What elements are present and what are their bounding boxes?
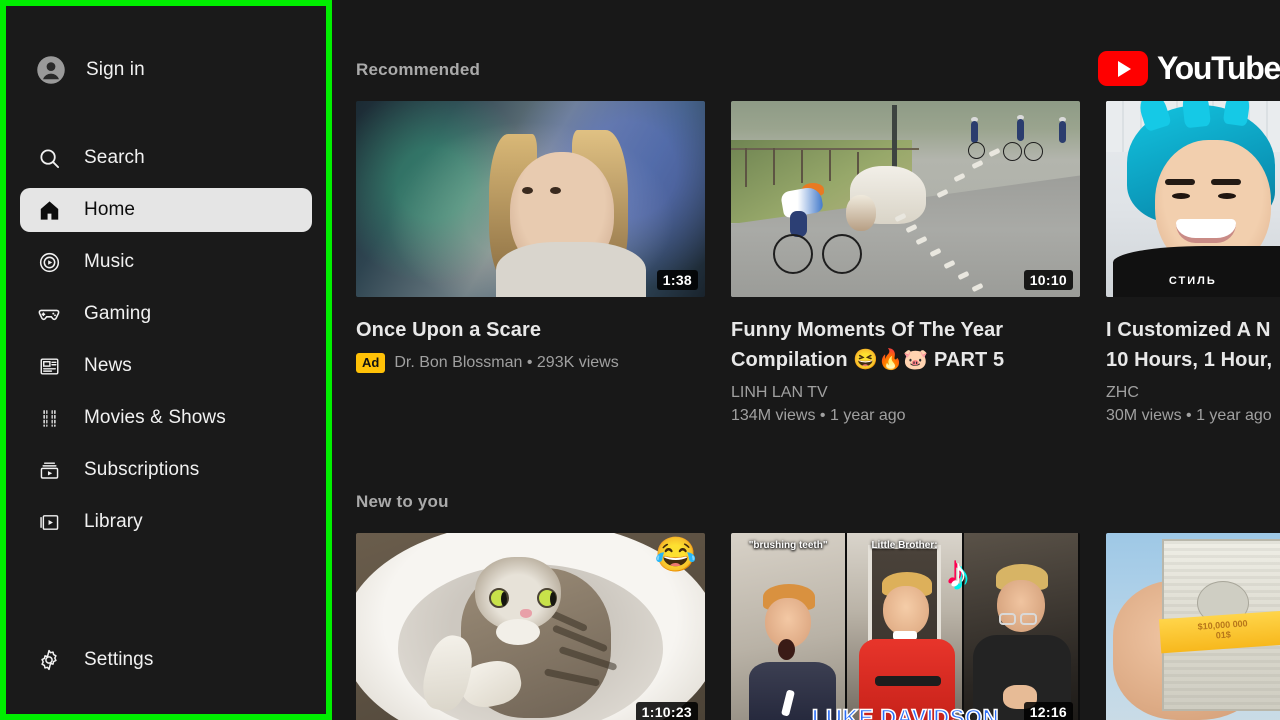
video-meta: Funny Moments Of The Year Compilation 😆🔥… — [731, 297, 1080, 425]
laughing-emoji-icon: 😂 — [654, 536, 697, 574]
video-meta: I Customized A N 10 Hours, 1 Hour, ZHC 3… — [1106, 297, 1280, 425]
sidebar-item-sign-in[interactable]: Sign in — [20, 46, 312, 94]
library-icon — [36, 509, 62, 535]
thumb-shirt — [1112, 246, 1280, 297]
shelf-title-recommended: Recommended — [356, 60, 481, 79]
main-content: YouTube Recommended 1:38 Once Upon a Sca… — [332, 0, 1280, 720]
video-duration: 12:16 — [1023, 702, 1073, 720]
video-title: Funny Moments Of The Year Compilation 😆🔥… — [731, 319, 1005, 371]
thumb-wheel — [772, 234, 813, 275]
video-thumbnail[interactable]: $10,000 000 01$ — [1106, 533, 1280, 720]
video-title: Once Upon a Scare — [356, 319, 542, 341]
thumb-eye-right — [549, 187, 561, 195]
video-channel: ZHC — [1106, 384, 1139, 401]
gear-icon — [36, 647, 62, 673]
sidebar-item-label: Subscriptions — [84, 459, 200, 480]
sidebar-item-home[interactable]: Home — [20, 188, 312, 232]
thumb-wheel — [821, 234, 862, 275]
sidebar-flex-spacer — [20, 544, 312, 638]
sidebar-item-label: Gaming — [84, 303, 152, 324]
video-card[interactable]: 10:10 Funny Moments Of The Year Compilat… — [731, 101, 1080, 425]
thumb-caption-middle: Little Brother: — [871, 540, 938, 551]
home-icon — [36, 197, 62, 223]
youtube-play-icon — [1097, 51, 1148, 86]
gaming-icon — [36, 301, 62, 327]
movies-icon — [36, 405, 62, 431]
sidebar-item-label: Home — [84, 199, 136, 220]
ad-badge: Ad — [356, 353, 386, 373]
thumb-money-band-text: $10,000 000 01$ — [1197, 618, 1248, 641]
video-card[interactable]: СТИЛЬ T I Customized A N 10 Hours, 1 Hou… — [1106, 101, 1280, 425]
video-card[interactable]: 1:38 Once Upon a Scare Ad Dr. Bon Blossm… — [356, 101, 705, 425]
video-channel: LINH LAN TV — [731, 384, 828, 401]
shelf-title-new-to-you: New to you — [356, 492, 449, 511]
video-duration: 1:10:23 — [635, 702, 698, 720]
sidebar-item-label: Movies & Shows — [84, 407, 226, 428]
sidebar-item-settings[interactable]: Settings — [20, 638, 312, 682]
video-stats: 30M views • 1 year ago — [1106, 407, 1272, 424]
thumb-panel-middle: Little Brother: — [847, 533, 964, 720]
shelf-row-recommended: 1:38 Once Upon a Scare Ad Dr. Bon Blossm… — [356, 101, 1280, 425]
video-card[interactable]: $10,000 000 01$ — [1106, 533, 1280, 720]
video-thumbnail[interactable]: 1:38 — [356, 101, 705, 297]
tiktok-logo-icon: ♪ — [947, 548, 969, 596]
sidebar-item-library[interactable]: Library — [20, 500, 312, 544]
video-meta: Once Upon a Scare Ad Dr. Bon Blossman • … — [356, 297, 705, 373]
thumb-shirt-text: СТИЛЬ — [1168, 275, 1217, 288]
sidebar-item-news[interactable]: News — [20, 344, 312, 388]
sidebar-item-label: Library — [84, 511, 143, 532]
music-icon — [36, 249, 62, 275]
sidebar-item-music[interactable]: Music — [20, 240, 312, 284]
video-thumbnail[interactable]: СТИЛЬ T — [1106, 101, 1280, 297]
subscriptions-icon — [36, 457, 62, 483]
video-card[interactable]: 😂 1:10:23 — [356, 533, 705, 720]
video-thumbnail[interactable]: 10:10 — [731, 101, 1080, 297]
youtube-tv-app: Sign in Search Home Music Gaming News Mo… — [0, 0, 1280, 720]
news-icon — [36, 353, 62, 379]
sidebar-item-gaming[interactable]: Gaming — [20, 292, 312, 336]
youtube-logo: YouTube — [1097, 50, 1280, 87]
sidebar-item-label: News — [84, 355, 132, 376]
sidebar-settings-label: Settings — [84, 649, 154, 670]
shelf-row-new-to-you: 😂 1:10:23 "brushing teeth" Little Brothe… — [356, 533, 1280, 720]
sidebar-sign-in-label: Sign in — [86, 59, 145, 80]
video-duration: 1:38 — [656, 270, 698, 290]
video-ad-line: Ad Dr. Bon Blossman • 293K views — [356, 353, 705, 373]
thumb-money-stack: $10,000 000 01$ — [1159, 538, 1280, 711]
sidebar-item-label: Music — [84, 251, 135, 272]
search-icon — [36, 145, 62, 171]
thumb-cow-head — [846, 195, 877, 232]
account-avatar-icon — [36, 55, 66, 85]
video-stats: 134M views • 1 year ago — [731, 407, 906, 424]
thumb-smile — [1175, 218, 1236, 243]
video-title: I Customized A N 10 Hours, 1 Hour, — [1106, 319, 1273, 371]
thumb-caption-left: "brushing teeth" — [748, 540, 828, 551]
video-card[interactable]: "brushing teeth" Little Brother: ♪ LUKE … — [731, 533, 1080, 720]
video-thumbnail[interactable]: "brushing teeth" Little Brother: ♪ LUKE … — [731, 533, 1080, 720]
video-duration: 10:10 — [1023, 270, 1073, 290]
video-thumbnail[interactable]: 😂 1:10:23 — [356, 533, 705, 720]
sidebar-item-search[interactable]: Search — [20, 136, 312, 180]
sidebar-navigation: Sign in Search Home Music Gaming News Mo… — [0, 0, 332, 720]
youtube-wordmark: YouTube — [1156, 50, 1280, 86]
sidebar-item-subscriptions[interactable]: Subscriptions — [20, 448, 312, 492]
thumb-panel-left: "brushing teeth" — [731, 533, 848, 720]
thumb-cyclist — [776, 183, 832, 241]
sidebar-item-label: Search — [84, 147, 145, 168]
sidebar-item-movies-and-shows[interactable]: Movies & Shows — [20, 396, 312, 440]
video-channel-and-views: Dr. Bon Blossman • 293K views — [394, 353, 619, 371]
thumb-cat-muzzle — [495, 619, 540, 646]
thumb-body — [495, 242, 646, 297]
